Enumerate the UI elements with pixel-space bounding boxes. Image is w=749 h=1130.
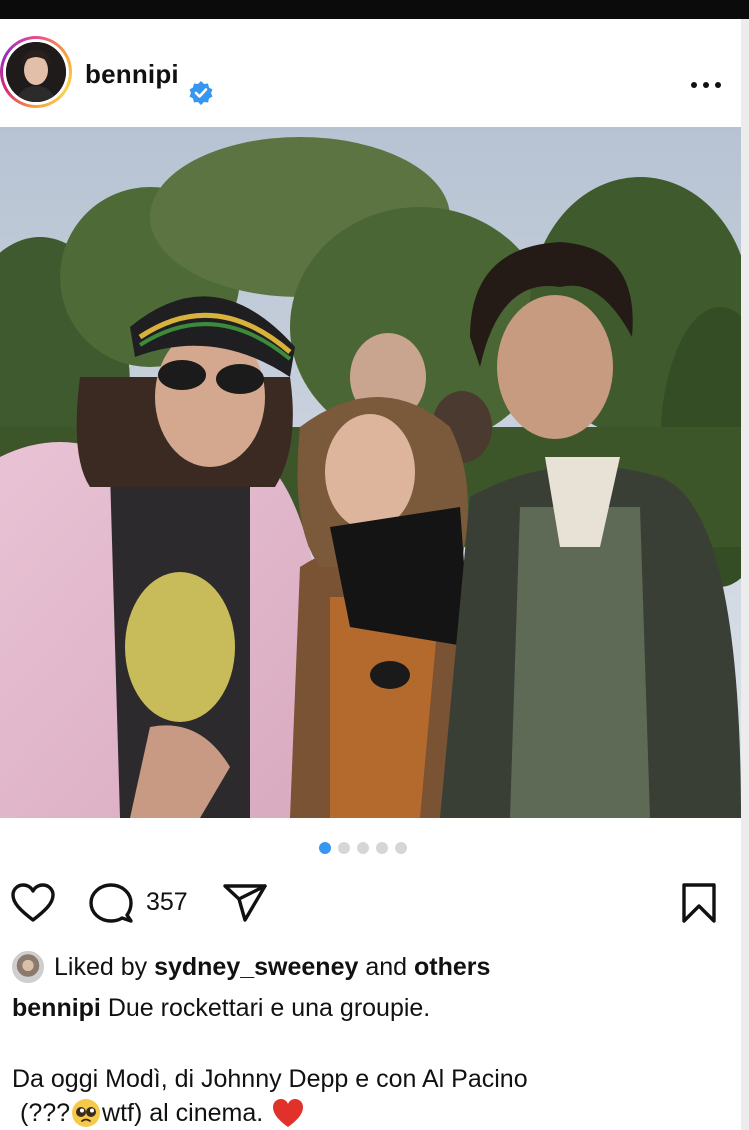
liked-by-user[interactable]: sydney_sweeney [154,953,358,982]
post-image[interactable] [0,127,741,818]
liked-by-others[interactable]: others [414,953,490,982]
carousel-dot[interactable] [395,842,407,854]
liked-by-prefix: Liked by [54,952,148,981]
comment-count: 357 [146,888,188,916]
carousel-dots [319,842,407,854]
post-header: bennipi [0,19,741,127]
carousel-dot[interactable] [338,842,350,854]
caption-line-2: Da oggi Modì, di Johnny Depp e con Al Pa… [12,1065,528,1093]
more-options-icon[interactable] [688,75,724,95]
comment-bubble-icon[interactable] [88,882,134,924]
carousel-dot[interactable] [357,842,369,854]
pleading-face-emoji [72,1099,101,1127]
avatar-image [6,42,66,102]
caption-line-1: bennipi Due rockettari e una groupie. [12,994,430,1023]
carousel-dot[interactable] [376,842,388,854]
red-heart-emoji [273,1099,304,1127]
carousel-dot-active[interactable] [319,842,331,854]
liked-by-middle: and [365,952,408,981]
caption-text-1: Due rockettari e una groupie. [107,994,431,1022]
caption-line-3: (??? wtf) al cinema. [20,1097,305,1129]
scroll-edge [741,19,749,1130]
avatar[interactable] [0,36,72,108]
top-status-bar [0,0,749,19]
caption-username[interactable]: bennipi [12,994,101,1022]
avatar-border [3,39,69,105]
paper-plane-icon[interactable] [222,882,268,924]
caption-text-3b: wtf) al cinema. [102,1098,264,1127]
caption-text-3a: (??? [20,1098,71,1127]
heart-icon[interactable] [10,882,56,924]
verified-badge-icon [189,81,213,105]
post-username[interactable]: bennipi [85,59,179,90]
liked-by-row: Liked by sydney_sweeney and others [12,950,490,984]
liker-avatar[interactable] [12,951,44,983]
bookmark-icon[interactable] [678,882,720,924]
